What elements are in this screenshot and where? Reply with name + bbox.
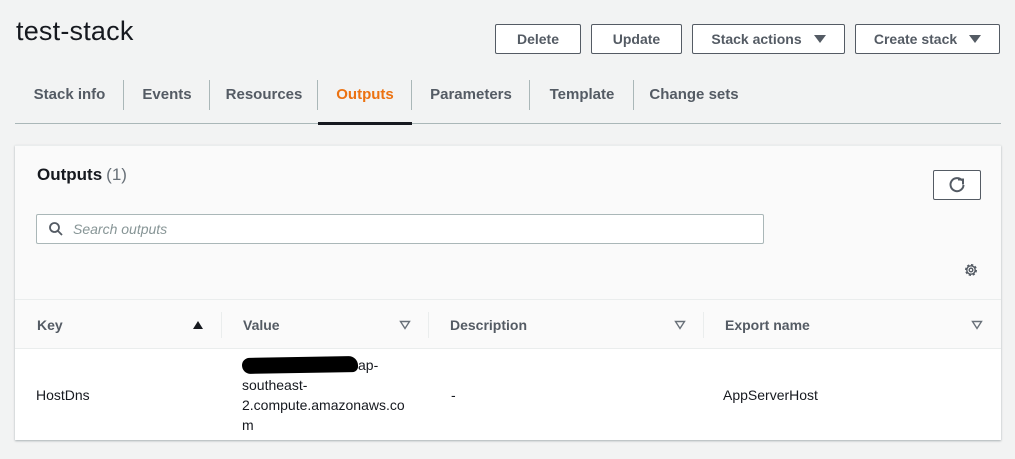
column-label: Export name: [725, 316, 810, 333]
tab-bar: Stack info Events Resources Outputs Para…: [15, 66, 1001, 125]
column-label: Description: [450, 316, 528, 333]
value-text: ap- southeast- 2.compute.amazonaws.co m: [241, 355, 412, 435]
outputs-count: (1): [106, 165, 127, 184]
tab-label: Template: [549, 86, 615, 103]
stack-actions-label: Stack actions: [711, 31, 802, 47]
column-label: Key: [37, 316, 63, 333]
outputs-title-text: Outputs: [37, 165, 103, 184]
value-line: 2.compute.amazonaws.co: [242, 396, 405, 413]
tab-events[interactable]: Events: [124, 66, 210, 124]
table-header: Key Value Description Export name: [15, 300, 1001, 349]
cell-export-name: AppServerHost: [723, 386, 818, 403]
tab-resources[interactable]: Resources: [210, 66, 318, 124]
search-icon: [49, 222, 63, 236]
value-line: southeast-: [242, 376, 308, 393]
caret-down-icon: [813, 35, 826, 43]
search-field[interactable]: [36, 214, 764, 244]
tab-template[interactable]: Template: [530, 66, 634, 124]
description-text: -: [451, 386, 456, 403]
refresh-button[interactable]: [933, 170, 981, 200]
tab-stack-info[interactable]: Stack info: [15, 66, 124, 124]
redaction-mark: [241, 355, 359, 374]
create-stack-button[interactable]: Create stack: [855, 24, 1000, 54]
tab-label: Parameters: [430, 86, 512, 103]
column-header-export-name[interactable]: Export name: [704, 300, 1001, 349]
tab-label: Change sets: [649, 86, 739, 103]
column-header-description[interactable]: Description: [429, 300, 704, 349]
tab-outputs[interactable]: Outputs: [318, 66, 412, 125]
update-button[interactable]: Update: [591, 24, 682, 54]
table-row: HostDns ap- southeast- 2.compute.amazona…: [15, 349, 1001, 440]
sort-icon: [971, 320, 983, 330]
tab-label: Events: [142, 86, 192, 103]
sort-icon: [674, 320, 686, 330]
tab-label: Outputs: [336, 86, 394, 103]
tab-label: Stack info: [33, 86, 106, 103]
sort-ascending-icon: [193, 321, 203, 329]
stack-actions-button[interactable]: Stack actions: [692, 24, 845, 54]
tab-parameters[interactable]: Parameters: [412, 66, 530, 124]
search-input[interactable]: [73, 221, 763, 237]
refresh-icon: [949, 177, 965, 193]
sort-icon: [399, 320, 411, 330]
column-header-value[interactable]: Value: [222, 300, 429, 349]
cell-value: ap- southeast- 2.compute.amazonaws.co m: [222, 349, 429, 440]
outputs-panel-header: Outputs (1): [15, 146, 1001, 300]
outputs-panel: Outputs(1) Key Value: [15, 145, 1001, 440]
tab-change-sets[interactable]: Change sets: [634, 66, 754, 124]
gear-icon[interactable]: [963, 262, 979, 278]
tab-label: Resources: [225, 86, 303, 103]
header-actions: Delete Update Stack actions Create stack: [495, 24, 1000, 54]
cell-description: -: [429, 349, 704, 440]
cell-key: HostDns: [36, 386, 90, 403]
delete-button[interactable]: Delete: [495, 24, 581, 54]
outputs-title: Outputs (1): [37, 165, 127, 185]
column-label: Value: [243, 316, 280, 333]
column-header-key[interactable]: Key: [15, 300, 222, 349]
create-stack-label: Create stack: [873, 31, 958, 47]
caret-down-icon: [969, 35, 982, 43]
page-title: test-stack: [16, 16, 134, 46]
value-line: m: [242, 416, 254, 433]
